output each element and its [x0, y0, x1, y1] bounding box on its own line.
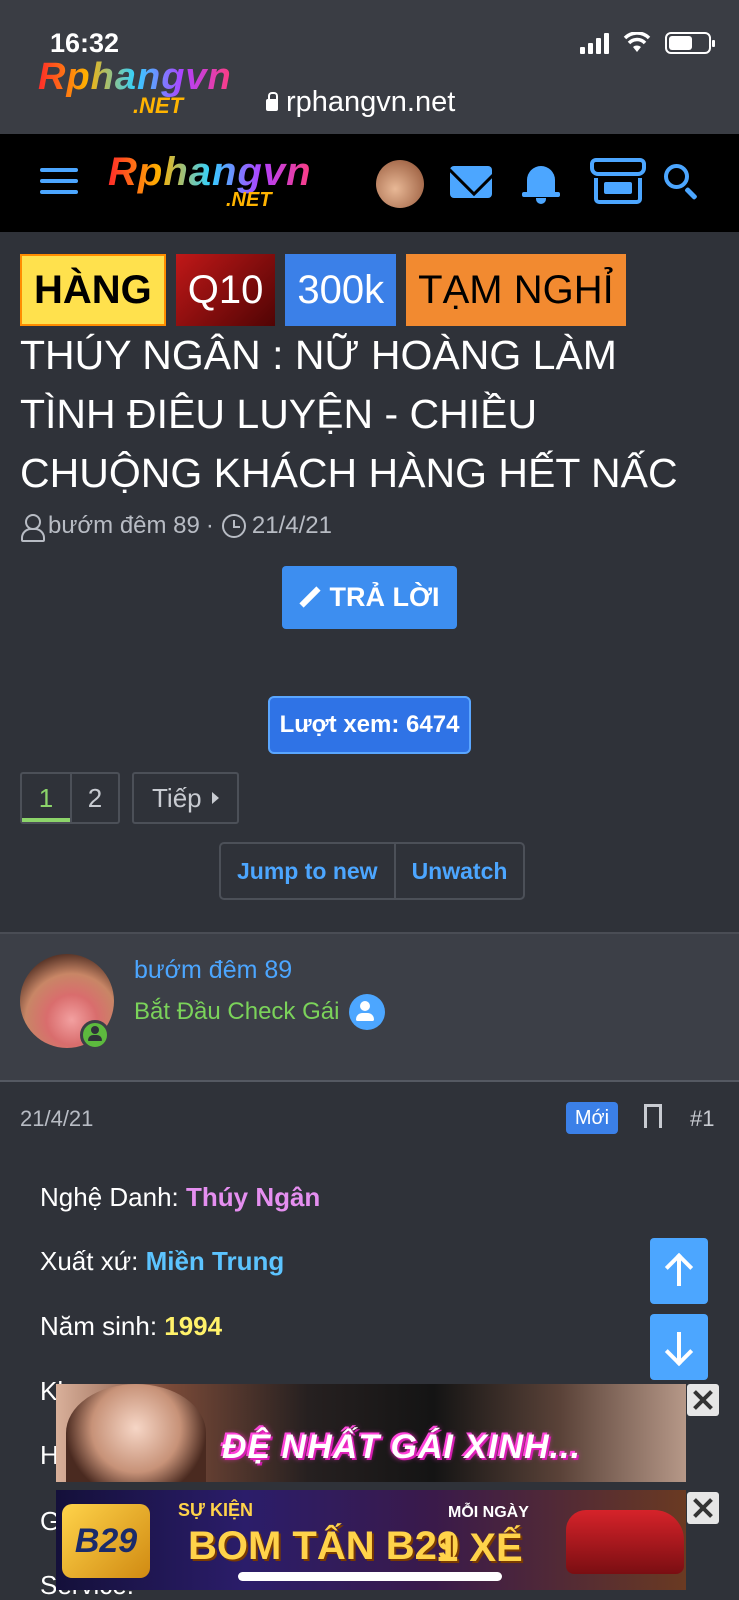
clock-icon: [221, 514, 246, 538]
home-indicator[interactable]: [238, 1572, 502, 1581]
menu-icon[interactable]: [40, 168, 78, 201]
ad-logo: B29: [62, 1504, 150, 1578]
status-time: 16:32: [50, 28, 120, 58]
prefix-badge[interactable]: Q10: [175, 254, 276, 326]
search-icon[interactable]: [664, 164, 700, 201]
page-1[interactable]: 1: [22, 774, 70, 822]
cellular-signal-icon: [580, 32, 609, 54]
page-2[interactable]: 2: [70, 774, 118, 822]
ad-daily-label: MỖI NGÀY: [448, 1504, 529, 1521]
user-icon: [20, 514, 45, 542]
url-bar[interactable]: rphangvn.net: [266, 86, 455, 119]
post-user-header: bướm đêm 89 Bắt Đầu Check Gái: [0, 932, 739, 1082]
mail-icon[interactable]: [450, 166, 492, 198]
prefix-badge[interactable]: 300k: [285, 254, 397, 326]
next-label: Tiếp: [152, 782, 202, 813]
store-icon[interactable]: [590, 158, 646, 206]
banner-ad-1[interactable]: ĐỆ NHẤT GÁI XINH...: [56, 1384, 686, 1482]
site-logo[interactable]: Rphangvn .NET: [108, 150, 312, 212]
reply-button[interactable]: TRẢ LỜI: [282, 566, 457, 629]
scroll-bottom-button[interactable]: [650, 1314, 708, 1380]
bell-icon[interactable]: [522, 162, 560, 204]
ad-headline: ĐỆ NHẤT GÁI XINH...: [222, 1428, 582, 1466]
next-page-button[interactable]: Tiếp: [132, 772, 239, 824]
pencil-icon: [299, 587, 321, 609]
thread-author[interactable]: bướm đêm 89: [48, 512, 200, 540]
ad-headline: BOM TẤN B29: [188, 1524, 460, 1568]
status-icons: [580, 32, 715, 54]
post-field-origin: Xuất xứ: Miền Trung: [40, 1246, 285, 1276]
thread-prefixes: HÀNG Q10 300k TẠM NGHỈ: [20, 254, 626, 326]
reply-label: TRẢ LỜI: [329, 582, 440, 612]
close-ad-icon[interactable]: [687, 1492, 719, 1524]
ad-car-image: [566, 1510, 684, 1574]
ad-prize: 1 XẾ: [436, 1526, 523, 1570]
online-status-icon: [80, 1020, 110, 1050]
thread-actions: Jump to new Unwatch: [219, 842, 526, 900]
account-avatar[interactable]: [376, 160, 424, 208]
thread-title: THÚY NGÂN : NỮ HOÀNG LÀM TÌNH ĐIÊU LUYỆN…: [20, 332, 678, 496]
prefix-badge[interactable]: HÀNG: [20, 254, 166, 326]
thread-date[interactable]: 21/4/21: [252, 512, 332, 540]
post-field-birth-year: Năm sinh: 1994: [40, 1311, 223, 1341]
site-header: Rphangvn .NET: [0, 134, 739, 232]
browser-top-bar: 16:32 Rphangvn .NET rphangvn.net: [0, 0, 739, 134]
post-field-stage-name: Nghệ Danh: Thúy Ngân: [40, 1182, 321, 1212]
caret-right-icon: [211, 792, 219, 804]
prefix-badge[interactable]: TẠM NGHỈ: [406, 254, 626, 326]
ad-photo: [66, 1384, 206, 1482]
views-counter-button[interactable]: Lượt xem: 6474: [268, 696, 471, 754]
rank-badge-icon: [349, 994, 386, 1030]
post-user-rank: Bắt Đầu Check Gái: [134, 994, 386, 1030]
site-logo-browser: Rphangvn .NET: [38, 56, 232, 118]
post-date[interactable]: 21/4/21: [20, 1106, 93, 1132]
url-text: rphangvn.net: [286, 86, 456, 118]
unwatch-button[interactable]: Unwatch: [393, 844, 524, 898]
new-badge: Mới: [566, 1102, 618, 1134]
meta-separator: ·: [205, 512, 214, 539]
bookmark-icon[interactable]: [644, 1104, 662, 1129]
close-ad-icon[interactable]: [687, 1384, 719, 1416]
jump-to-new-button[interactable]: Jump to new: [221, 844, 394, 898]
wifi-icon: [623, 32, 651, 52]
lock-icon: [266, 91, 278, 111]
scroll-top-button[interactable]: [650, 1238, 708, 1304]
post-username[interactable]: bướm đêm 89: [134, 956, 292, 985]
post-number[interactable]: #1: [690, 1106, 714, 1132]
battery-icon: [665, 32, 715, 54]
pagination: 1 2 Tiếp: [20, 772, 239, 824]
thread-meta: bướm đêm 89 · 21/4/21: [20, 512, 332, 542]
ad-event-label: SỰ KIỆN: [178, 1500, 253, 1520]
